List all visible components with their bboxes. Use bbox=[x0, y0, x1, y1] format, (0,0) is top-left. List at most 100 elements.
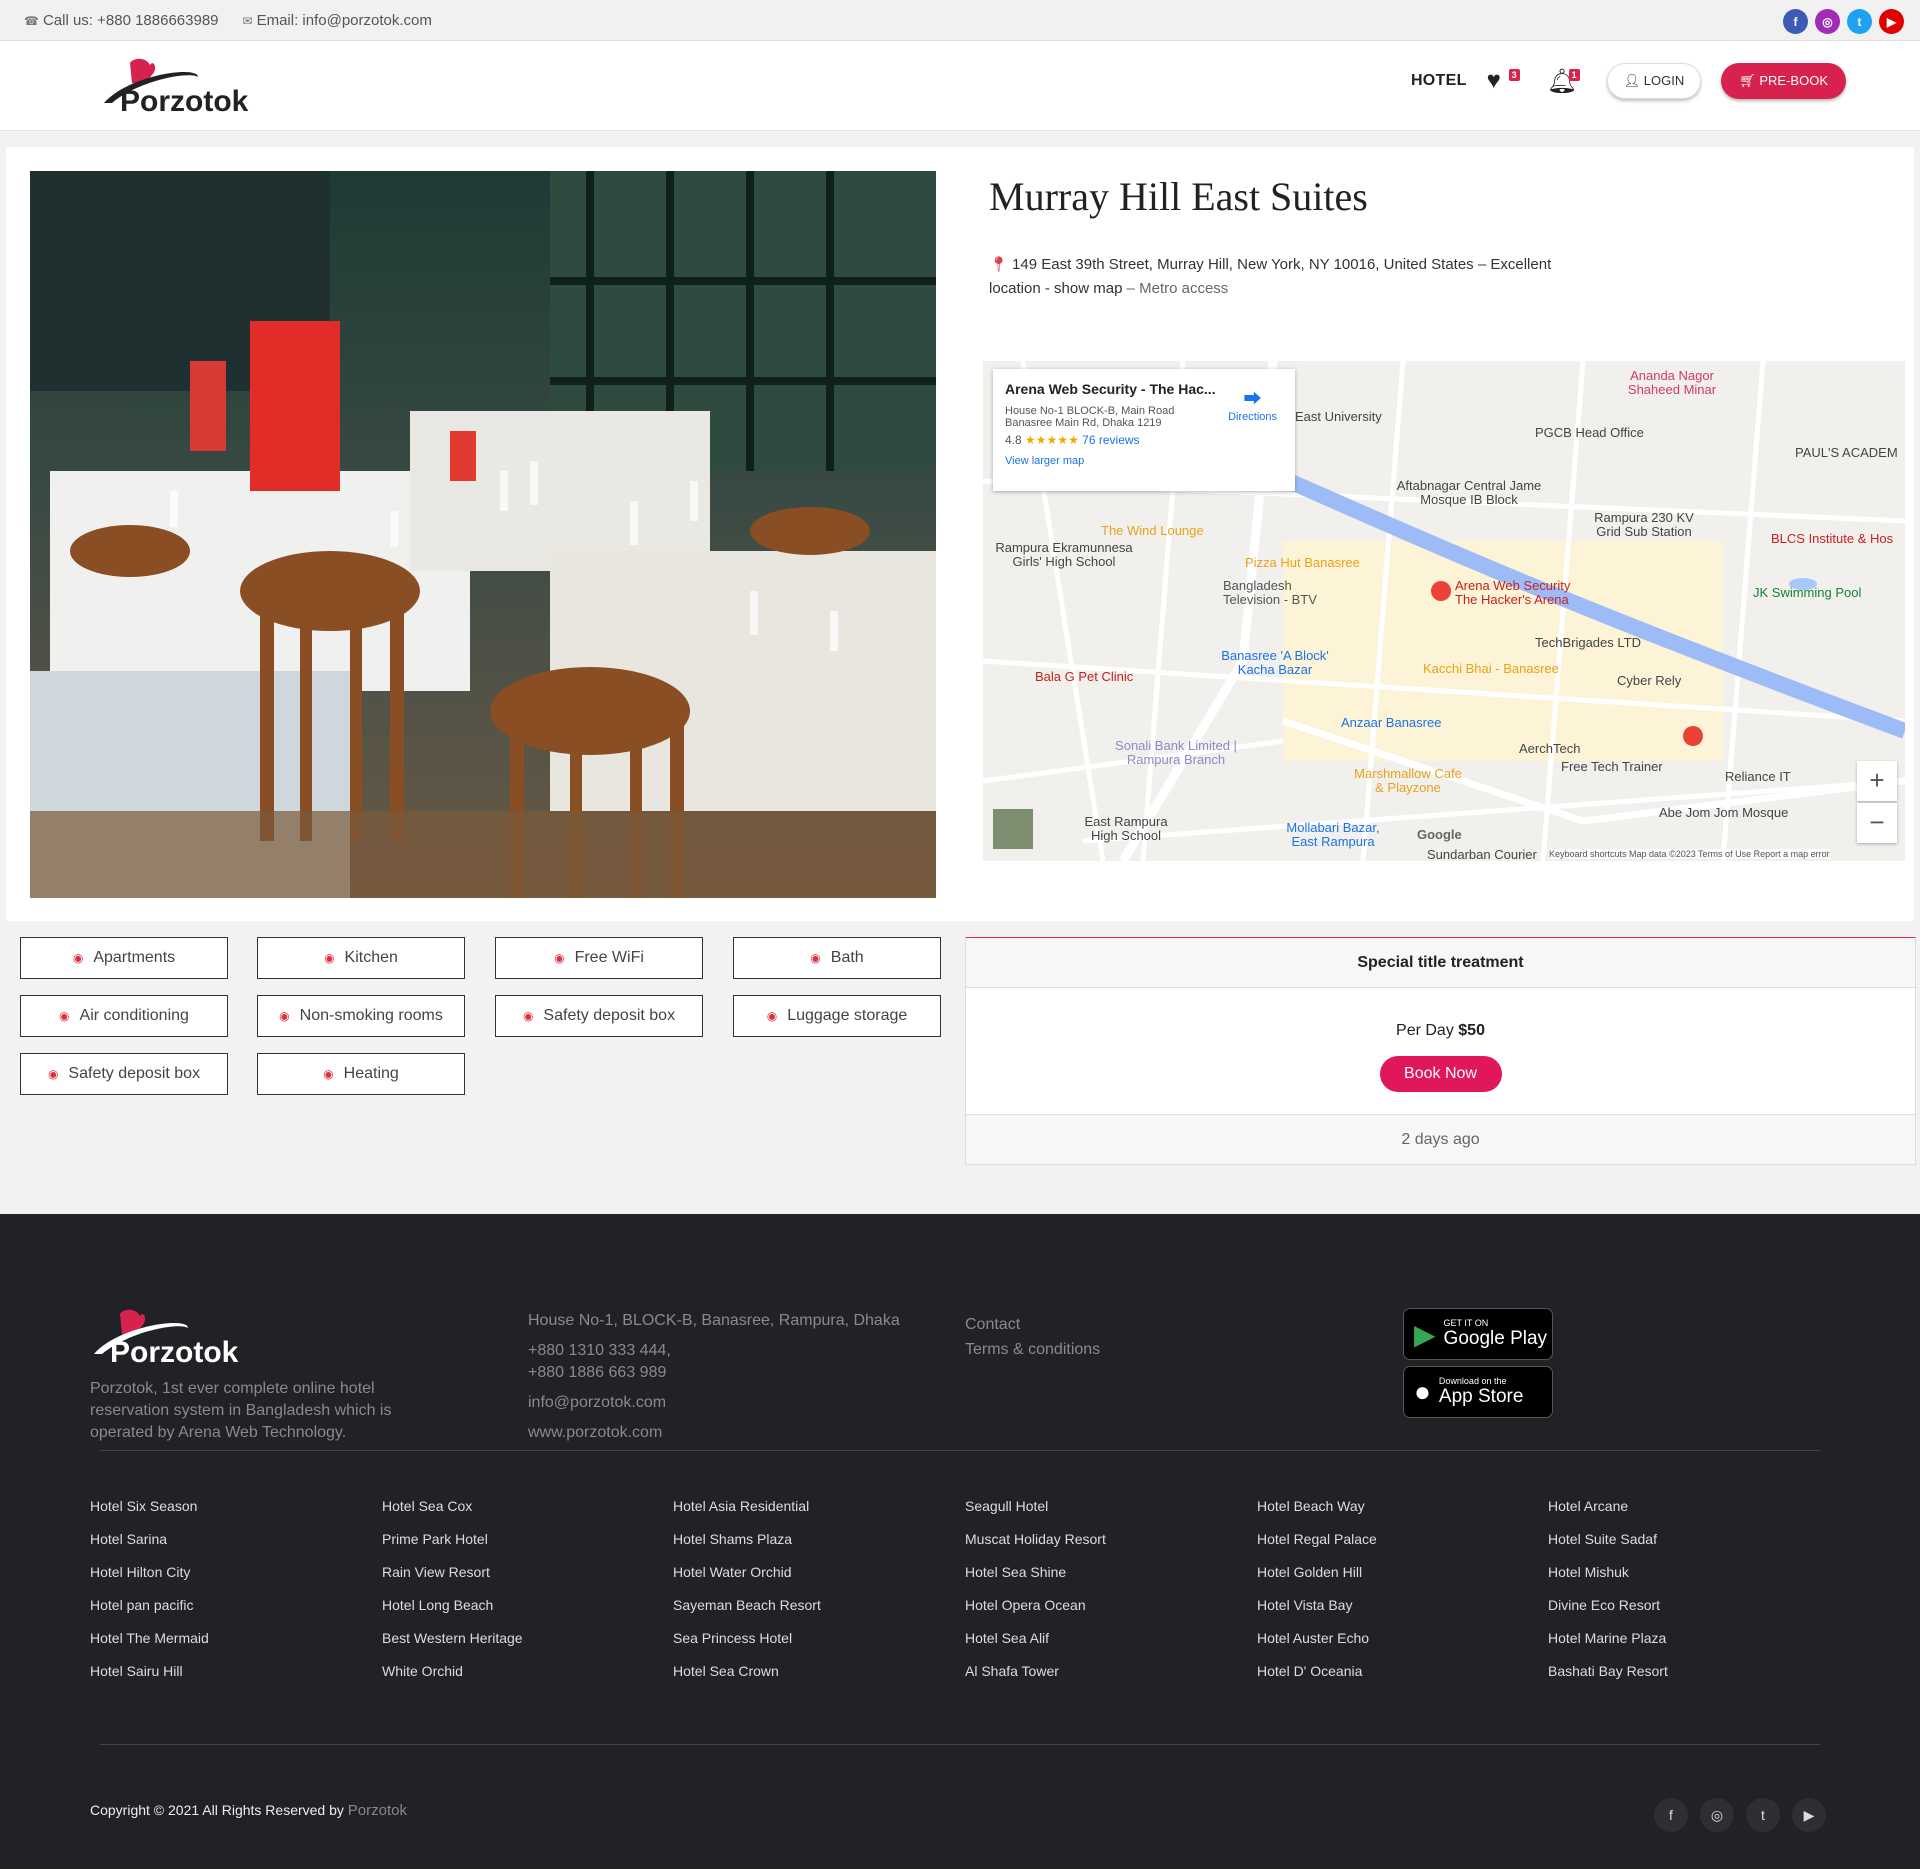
show-map-link[interactable]: show map bbox=[1054, 280, 1122, 297]
hotel-link[interactable]: Hotel Vista Bay bbox=[1257, 1597, 1517, 1630]
hotel-link[interactable]: Hotel Marine Plaza bbox=[1548, 1630, 1808, 1663]
youtube-icon[interactable]: ▶ bbox=[1879, 9, 1904, 34]
hotel-link[interactable]: Divine Eco Resort bbox=[1548, 1597, 1808, 1630]
book-now-button[interactable]: Book Now bbox=[1379, 1056, 1502, 1092]
amenity-label: Safety deposit box bbox=[543, 1007, 676, 1024]
footer-address: House No-1, BLOCK-B, Banasree, Rampura, … bbox=[528, 1312, 900, 1329]
hotel-link[interactable]: Hotel Asia Residential bbox=[673, 1498, 933, 1531]
amenity-tag: ◉ Kitchen bbox=[257, 937, 465, 979]
cart-icon: 🛒︎ bbox=[1739, 73, 1760, 88]
footer-email[interactable]: info@porzotok.com bbox=[528, 1392, 900, 1414]
hotel-link[interactable]: Hotel Opera Ocean bbox=[965, 1597, 1225, 1630]
hotel-link[interactable]: Hotel Hilton City bbox=[90, 1564, 350, 1597]
footer-contact-info: House No-1, BLOCK-B, Banasree, Rampura, … bbox=[528, 1310, 900, 1452]
eye-icon: ◉ bbox=[279, 1009, 290, 1023]
map-label: AerchTech bbox=[1519, 741, 1581, 756]
directions-button[interactable]: ⮕ Directions bbox=[1228, 385, 1277, 423]
hotel-link[interactable]: Hotel Sarina bbox=[90, 1531, 350, 1564]
prebook-button[interactable]: 🛒︎ PRE-BOOK bbox=[1721, 63, 1846, 99]
hotel-link[interactable]: Hotel Golden Hill bbox=[1257, 1564, 1517, 1597]
google-play-small: GET IT ON bbox=[1443, 1318, 1489, 1328]
phone-contact[interactable]: ☎ Call us: +880 1886663989 bbox=[24, 12, 219, 29]
hotel-link[interactable]: Hotel Auster Echo bbox=[1257, 1630, 1517, 1663]
hotel-link[interactable]: White Orchid bbox=[382, 1663, 642, 1696]
google-play-button[interactable]: ▶ GET IT ON Google Play bbox=[1403, 1308, 1553, 1360]
hotel-link[interactable]: Hotel Sea Crown bbox=[673, 1663, 933, 1696]
amenity-tag: ◉ Air conditioning bbox=[20, 995, 228, 1037]
hotel-column: Seagull Hotel Muscat Holiday Resort Hotel … bbox=[965, 1498, 1225, 1696]
footer-website[interactable]: www.porzotok.com bbox=[528, 1422, 900, 1444]
eye-icon: ◉ bbox=[72, 951, 84, 965]
hotel-link[interactable]: Hotel D' Oceania bbox=[1257, 1663, 1517, 1696]
facebook-icon[interactable]: f bbox=[1654, 1798, 1688, 1832]
hotel-link[interactable]: Seagull Hotel bbox=[965, 1498, 1225, 1531]
copyright-brand-link[interactable]: Porzotok bbox=[348, 1802, 407, 1819]
hotel-link[interactable]: Hotel Sea Alif bbox=[965, 1630, 1225, 1663]
zoom-in-button[interactable]: + bbox=[1857, 761, 1897, 801]
map-label: Arena Web Security The Hacker's Arena bbox=[1455, 578, 1571, 607]
hotel-link[interactable]: Hotel Sairu Hill bbox=[90, 1663, 350, 1696]
hotel-link[interactable]: Hotel Beach Way bbox=[1257, 1498, 1517, 1531]
hotel-link[interactable]: Hotel Sea Cox bbox=[382, 1498, 642, 1531]
terms-link[interactable]: Terms & conditions bbox=[965, 1337, 1100, 1362]
hotel-link[interactable]: Hotel Mishuk bbox=[1548, 1564, 1808, 1597]
facebook-icon[interactable]: f bbox=[1783, 9, 1808, 34]
hotel-link[interactable]: Rain View Resort bbox=[382, 1564, 642, 1597]
twitter-icon[interactable]: t bbox=[1746, 1798, 1780, 1832]
hotel-link[interactable]: Hotel Water Orchid bbox=[673, 1564, 933, 1597]
site-footer: Porzotok Porzotok, 1st ever complete onl… bbox=[0, 1214, 1920, 1869]
price-value: $50 bbox=[1458, 1022, 1485, 1039]
notification-badge: 1 bbox=[1568, 68, 1580, 81]
amenity-tag: ◉ Safety deposit box bbox=[495, 995, 703, 1037]
hotel-link[interactable]: Best Western Heritage bbox=[382, 1630, 642, 1663]
hotel-title: Murray Hill East Suites bbox=[989, 174, 1368, 219]
youtube-icon[interactable]: ▶ bbox=[1792, 1798, 1826, 1832]
hotel-link[interactable]: Sea Princess Hotel bbox=[673, 1630, 933, 1663]
hotel-link[interactable]: Hotel The Mermaid bbox=[90, 1630, 350, 1663]
amenity-tag: ◉ Non-smoking rooms bbox=[257, 995, 465, 1037]
hotel-link[interactable]: Hotel Long Beach bbox=[382, 1597, 642, 1630]
login-label: LOGIN bbox=[1643, 73, 1685, 88]
hotel-link[interactable]: Hotel pan pacific bbox=[90, 1597, 350, 1630]
email-contact[interactable]: ✉ Email: info@porzotok.com bbox=[243, 12, 432, 29]
nav-hotel[interactable]: HOTEL bbox=[1411, 72, 1467, 90]
map-label: Free Tech Trainer bbox=[1561, 759, 1663, 774]
hotel-link[interactable]: Hotel Regal Palace bbox=[1257, 1531, 1517, 1564]
zoom-out-button[interactable]: − bbox=[1857, 803, 1897, 843]
wishlist-button[interactable]: ♥ 3 bbox=[1487, 67, 1527, 95]
email-text: Email: info@porzotok.com bbox=[256, 12, 432, 29]
footer-phone-2[interactable]: +880 1886 663 989 bbox=[528, 1362, 900, 1384]
map-footer-links[interactable]: Keyboard shortcuts Map data ©2023 Terms … bbox=[1549, 849, 1830, 859]
hotel-link[interactable]: Hotel Shams Plaza bbox=[673, 1531, 933, 1564]
per-day-label: Per Day bbox=[1396, 1022, 1454, 1039]
map-label: East Rampura High School bbox=[1084, 814, 1168, 843]
notification-button[interactable]: 🔔︎ 1 bbox=[1547, 67, 1587, 96]
phone-icon: ☎ bbox=[24, 14, 39, 28]
login-button[interactable]: 👤︎ LOGIN bbox=[1606, 63, 1702, 99]
hotel-link[interactable]: Prime Park Hotel bbox=[382, 1531, 642, 1564]
amenity-tag: ◉ Luggage storage bbox=[733, 995, 941, 1037]
footer-phone-1[interactable]: +880 1310 333 444, bbox=[528, 1340, 900, 1362]
instagram-icon[interactable]: ◎ bbox=[1700, 1798, 1734, 1832]
instagram-icon[interactable]: ◎ bbox=[1815, 9, 1840, 34]
hotel-link[interactable]: Sayeman Beach Resort bbox=[673, 1597, 933, 1630]
app-store-button[interactable]: ● Download on the App Store bbox=[1403, 1366, 1553, 1418]
hotel-link[interactable]: Hotel Sea Shine bbox=[965, 1564, 1225, 1597]
map-label: JK Swimming Pool bbox=[1753, 585, 1862, 600]
embedded-map[interactable]: Arena Web Security - The Hac... House No… bbox=[983, 361, 1905, 861]
hotel-link[interactable]: Al Shafa Tower bbox=[965, 1663, 1225, 1696]
hotel-link[interactable]: Hotel Six Season bbox=[90, 1498, 350, 1531]
footer-logo[interactable]: Porzotok bbox=[88, 1306, 248, 1372]
view-larger-map-link[interactable]: View larger map bbox=[1005, 455, 1084, 467]
map-reviews-link[interactable]: 76 reviews bbox=[1082, 433, 1139, 447]
hotel-link[interactable]: Muscat Holiday Resort bbox=[965, 1531, 1225, 1564]
twitter-icon[interactable]: t bbox=[1847, 9, 1872, 34]
brand-logo[interactable]: Porzotok bbox=[98, 55, 258, 121]
footer-divider bbox=[100, 1450, 1820, 1451]
hotel-link[interactable]: Bashati Bay Resort bbox=[1548, 1663, 1808, 1696]
hotel-link[interactable]: Hotel Suite Sadaf bbox=[1548, 1531, 1808, 1564]
hotel-link[interactable]: Hotel Arcane bbox=[1548, 1498, 1808, 1531]
amenity-label: Safety deposit box bbox=[68, 1065, 201, 1082]
amenity-label: Kitchen bbox=[344, 949, 398, 966]
contact-link[interactable]: Contact bbox=[965, 1312, 1100, 1337]
